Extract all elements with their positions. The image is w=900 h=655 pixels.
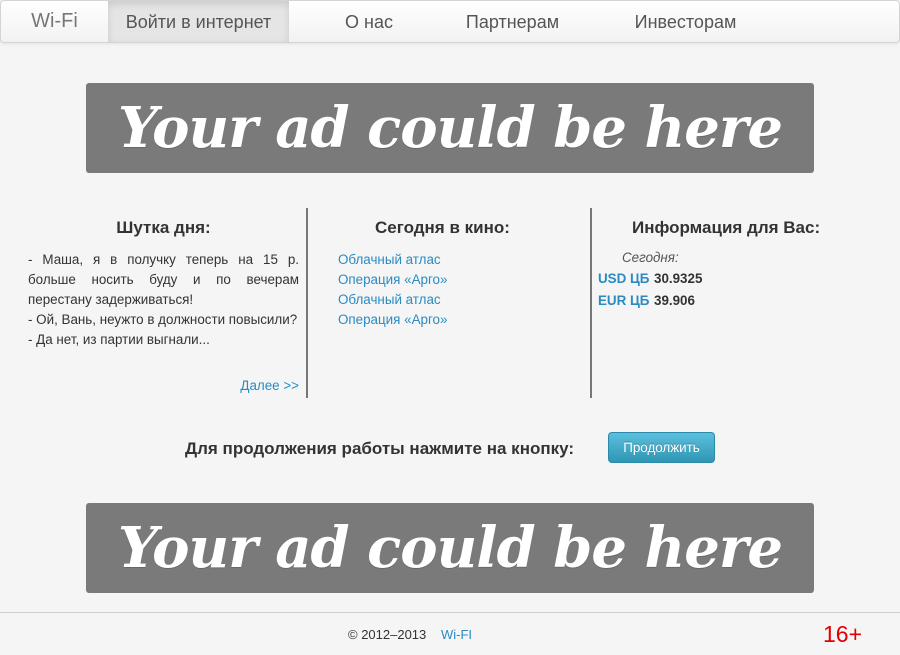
age-rating-badge: 16+ — [823, 621, 863, 647]
joke-more-link[interactable]: Далее >> — [240, 378, 299, 393]
column-divider — [306, 208, 308, 398]
movie-link[interactable]: Облачный атлас — [338, 250, 558, 270]
rate-name-eur[interactable]: EUR ЦБ — [598, 293, 654, 309]
nav-item-about[interactable]: О нас — [289, 1, 449, 42]
joke-line: - Да нет, из партии выгнали... — [28, 332, 210, 347]
joke-section: Шутка дня: - Маша, я в получку теперь на… — [28, 208, 299, 398]
cinema-section: Сегодня в кино: Облачный атлас Операция … — [338, 208, 558, 398]
nav-item-investors[interactable]: Инвесторам — [576, 1, 795, 42]
movie-link[interactable]: Облачный атлас — [338, 290, 558, 310]
nav-item-login[interactable]: Войти в интернет — [108, 1, 289, 42]
joke-text: - Маша, я в получку теперь на 15 р. боль… — [28, 250, 299, 350]
top-navbar: Wi-Fi Войти в интернет О нас Партнерам И… — [0, 0, 900, 43]
joke-line: - Ой, Вань, неужто в должности повысили? — [28, 312, 298, 327]
movie-link[interactable]: Операция «Арго» — [338, 270, 558, 290]
column-divider — [590, 208, 592, 398]
rate-name-usd[interactable]: USD ЦБ — [598, 271, 654, 287]
footer: © 2012–2013 Wi-FI 16+ — [0, 613, 900, 655]
nav-item-partners[interactable]: Партнерам — [449, 1, 576, 42]
ad-banner-bottom[interactable]: Your ad could be here — [86, 503, 814, 593]
ad-banner-text: Your ad could be here — [118, 515, 783, 581]
continue-prompt: Для продолжения работы нажмите на кнопку… — [185, 439, 575, 458]
continue-button[interactable]: Продолжить — [608, 432, 715, 463]
joke-line: - Маша, я в получку теперь на 15 р. боль… — [28, 252, 299, 307]
movie-link[interactable]: Операция «Арго» — [338, 310, 558, 330]
brand-logo[interactable]: Wi-Fi — [1, 1, 108, 42]
today-label: Сегодня: — [622, 250, 679, 265]
rate-row-usd: USD ЦБ 30.9325 — [598, 271, 868, 287]
footer-brand-link[interactable]: Wi-FI — [441, 627, 472, 642]
cinema-title: Сегодня в кино: — [375, 218, 510, 237]
ad-banner-top[interactable]: Your ad could be here — [86, 83, 814, 173]
info-title: Информация для Вас: — [632, 218, 821, 237]
rate-value-usd: 30.9325 — [654, 271, 703, 286]
rate-value-eur: 39.906 — [654, 293, 695, 308]
copyright-text: © 2012–2013 — [348, 627, 427, 642]
info-section: Информация для Вас: Сегодня: USD ЦБ 30.93… — [598, 208, 868, 398]
rate-row-eur: EUR ЦБ 39.906 — [598, 293, 868, 309]
movie-list: Облачный атлас Операция «Арго» Облачный … — [338, 250, 558, 330]
joke-title: Шутка дня: — [116, 218, 211, 237]
ad-banner-text: Your ad could be here — [118, 95, 783, 161]
continue-row: Для продолжения работы нажмите на кнопку… — [0, 432, 900, 464]
